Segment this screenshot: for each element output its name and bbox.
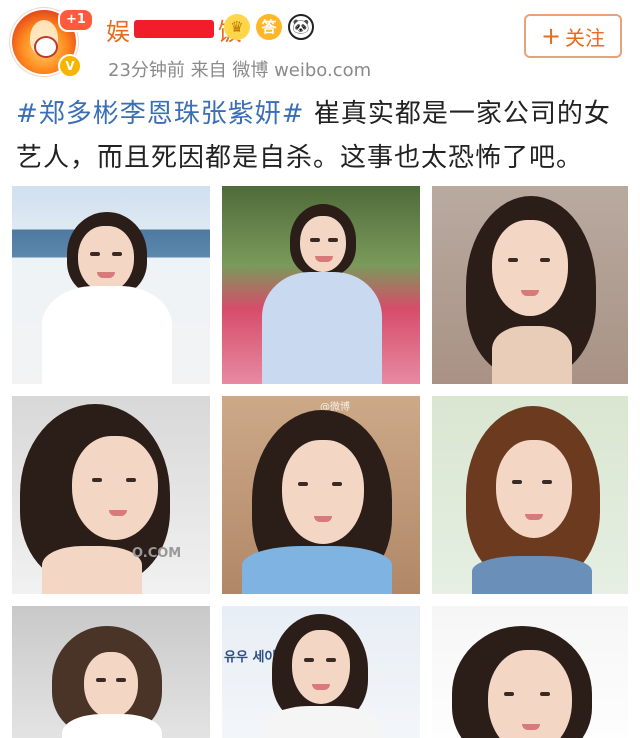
mascot-face-icon	[34, 36, 58, 58]
user-badges: ♛ 答 🐼	[224, 14, 314, 40]
photo-5[interactable]: @微博	[222, 396, 420, 594]
hashtag-link[interactable]: #郑多彬李恩珠张紫妍#	[16, 99, 305, 129]
photo-grid: O.COM @微博 유우 세이름 롯데	[12, 186, 628, 738]
verified-icon: V	[58, 54, 82, 78]
photo-6[interactable]	[432, 396, 628, 594]
post-header: +1 V 娱 饭 ♛ 答 🐼 23分钟前 来自 微博 weibo.com + 关…	[0, 0, 640, 92]
photo-7[interactable]	[12, 606, 210, 738]
post-text: #郑多彬李恩珠张紫妍# 崔真实都是一家公司的女艺人，而且死因都是自杀。这事也太恐…	[16, 92, 626, 180]
photo-8[interactable]: 유우 세이름 롯데	[222, 606, 420, 738]
plus-one-badge: +1	[58, 8, 94, 32]
post-meta: 23分钟前 来自 微博 weibo.com	[108, 60, 372, 81]
follow-label: 关注	[565, 25, 606, 50]
plus-icon: +	[540, 22, 562, 50]
follow-button[interactable]: + 关注	[524, 14, 622, 58]
crown-icon[interactable]: ♛	[224, 14, 250, 40]
photo-4[interactable]: O.COM	[12, 396, 210, 594]
panda-icon[interactable]: 🐼	[288, 14, 314, 40]
photo-1[interactable]	[12, 186, 210, 384]
username[interactable]: 娱 饭	[106, 14, 242, 46]
medal-icon[interactable]: 答	[256, 14, 282, 40]
photo-9[interactable]	[432, 606, 628, 738]
photo-3[interactable]	[432, 186, 628, 384]
username-start: 娱	[106, 17, 130, 46]
photo-stamp: O.COM	[132, 546, 182, 561]
redaction-bar	[134, 20, 214, 38]
photo-2[interactable]	[222, 186, 420, 384]
